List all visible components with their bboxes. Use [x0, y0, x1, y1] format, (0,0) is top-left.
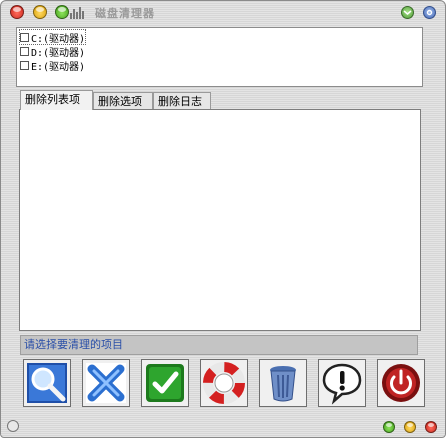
collapse-button[interactable]: [401, 6, 414, 19]
settings-button[interactable]: [423, 6, 436, 19]
window-title: 磁盘清理器: [95, 7, 155, 20]
drive-label: C:(驱动器): [31, 33, 86, 45]
scan-button[interactable]: [23, 359, 71, 407]
gear-icon: [426, 9, 433, 16]
drive-item-e[interactable]: E:(驱动器): [20, 58, 86, 73]
status-bar: 请选择要清理的项目: [20, 335, 418, 355]
help-button[interactable]: [200, 359, 248, 407]
confirm-button[interactable]: [141, 359, 189, 407]
magnifier-icon: [27, 363, 67, 403]
remove-button[interactable]: [82, 359, 130, 407]
delete-list-panel[interactable]: [19, 109, 421, 331]
tab-delete-log[interactable]: 删除日志: [153, 92, 211, 109]
drive-label: E:(驱动器): [31, 61, 86, 73]
drive-checkbox[interactable]: [20, 46, 29, 56]
drive-item-d[interactable]: D:(驱动器): [20, 44, 86, 59]
bottom-bar: [1, 417, 445, 437]
resize-grip-icon[interactable]: [7, 420, 19, 432]
bottom-zoom-button[interactable]: [383, 421, 395, 433]
drive-checkbox[interactable]: [20, 60, 29, 70]
minimize-button[interactable]: [33, 5, 47, 19]
lifebuoy-icon: [203, 362, 245, 404]
alert-button[interactable]: [318, 359, 366, 407]
power-icon: [382, 364, 420, 402]
drive-checkbox[interactable]: [20, 32, 29, 42]
title-bar[interactable]: 磁盘清理器: [1, 1, 445, 25]
green-check-icon: [146, 364, 184, 402]
tab-delete-options[interactable]: 删除选项: [93, 92, 153, 109]
close-button[interactable]: [10, 5, 24, 19]
blue-x-icon: [86, 363, 126, 403]
exclamation-icon: [322, 363, 362, 405]
bottom-close-button[interactable]: [425, 421, 437, 433]
toolbar: [19, 359, 425, 413]
double-arrow-icon: [403, 10, 412, 15]
bottom-minimize-button[interactable]: [404, 421, 416, 433]
drive-item-c[interactable]: C:(驱动器): [18, 29, 87, 45]
zoom-button[interactable]: [55, 5, 69, 19]
drive-label: D:(驱动器): [31, 47, 86, 59]
drive-list[interactable]: C:(驱动器) D:(驱动器) E:(驱动器): [16, 27, 423, 87]
recycle-bin-icon: [270, 366, 296, 402]
tab-delete-list[interactable]: 删除列表项: [20, 90, 93, 110]
trash-button[interactable]: [259, 359, 307, 407]
exit-button[interactable]: [377, 359, 425, 407]
app-window: 磁盘清理器 C:(驱动器) D:(驱动器) E:(驱动器) 删除列表项 删除选项…: [0, 0, 446, 438]
equalizer-icon: [70, 7, 84, 19]
